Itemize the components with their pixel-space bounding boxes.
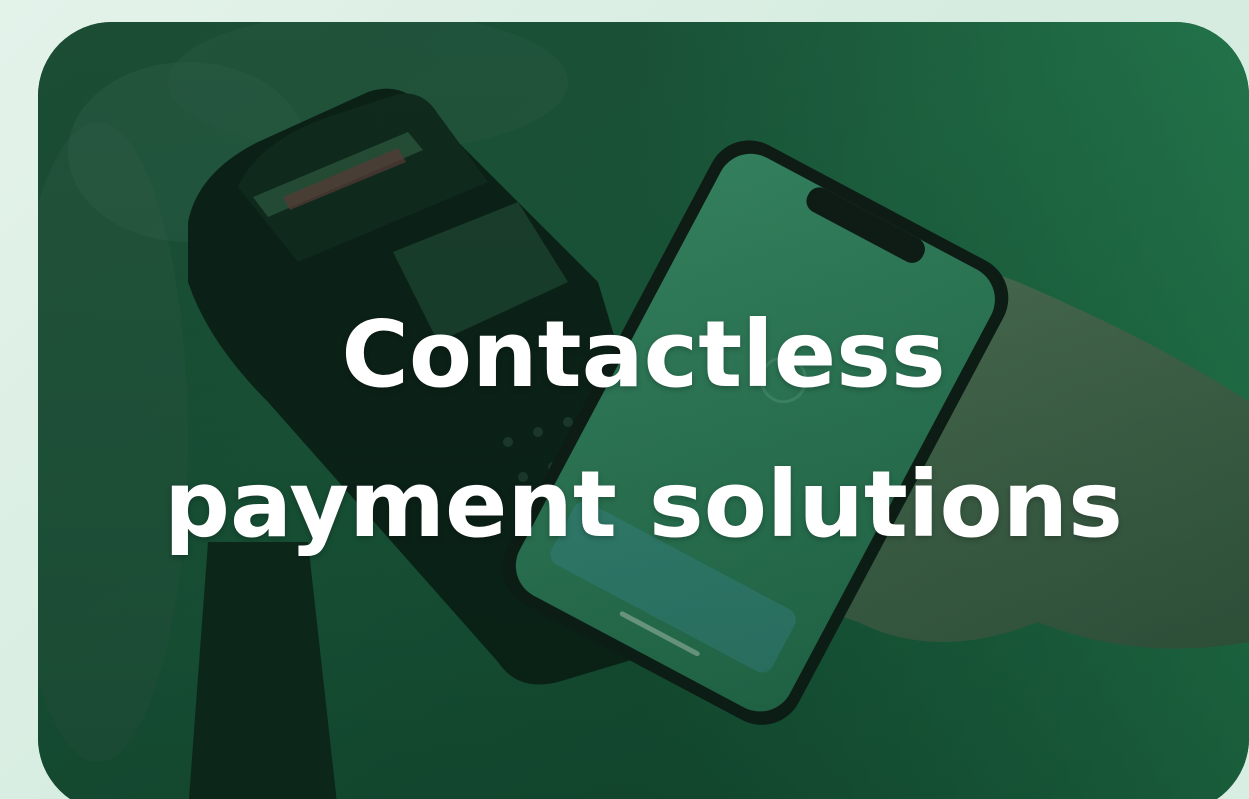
- hero-title-line-2: payment solutions: [164, 451, 1123, 558]
- hero-card[interactable]: Contactless payment solutions: [38, 22, 1249, 799]
- hero-title-line-1: Contactless: [341, 301, 946, 408]
- page: Contactless payment solutions: [0, 0, 1249, 799]
- hero-title: Contactless payment solutions: [38, 280, 1249, 580]
